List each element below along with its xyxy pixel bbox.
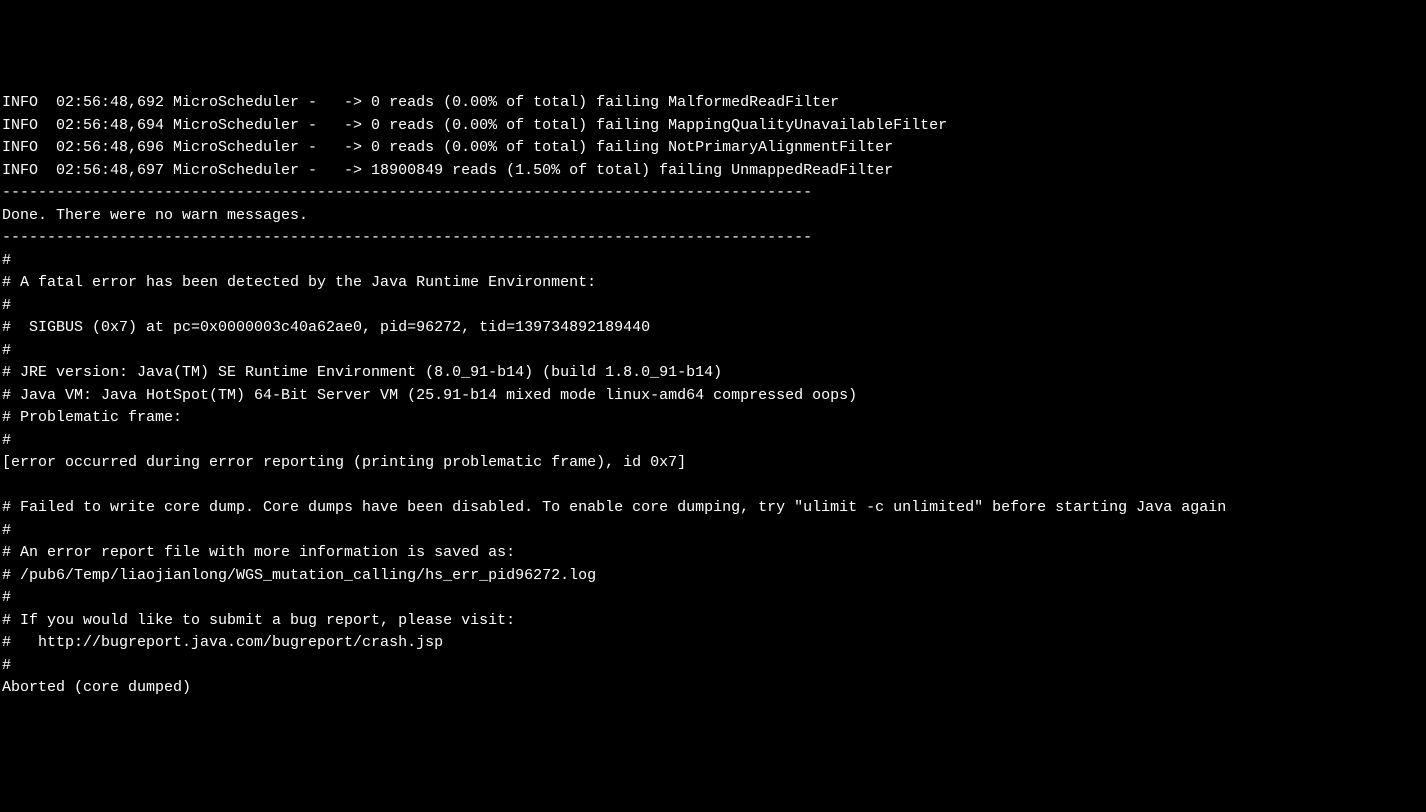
log-line: INFO 02:56:48,694 MicroScheduler - -> 0 … — [2, 117, 947, 134]
error-report-file-line: # An error report file with more informa… — [2, 544, 515, 561]
bug-report-line: # If you would like to submit a bug repo… — [2, 612, 515, 629]
sigbus-line: # SIGBUS (0x7) at pc=0x0000003c40a62ae0,… — [2, 319, 650, 336]
problematic-frame-line: # Problematic frame: — [2, 409, 182, 426]
error-reporting-line: [error occurred during error reporting (… — [2, 454, 686, 471]
java-vm-line: # Java VM: Java HotSpot(TM) 64-Bit Serve… — [2, 387, 857, 404]
error-line: # — [2, 342, 11, 359]
aborted-line: Aborted (core dumped) — [2, 679, 191, 696]
bug-report-url-line: # http://bugreport.java.com/bugreport/cr… — [2, 634, 443, 651]
done-message: Done. There were no warn messages. — [2, 207, 308, 224]
separator-line: ----------------------------------------… — [2, 184, 812, 201]
log-line: INFO 02:56:48,696 MicroScheduler - -> 0 … — [2, 139, 893, 156]
error-line: # — [2, 297, 11, 314]
log-line: INFO 02:56:48,697 MicroScheduler - -> 18… — [2, 162, 893, 179]
error-line: # — [2, 657, 11, 674]
error-line: # — [2, 589, 11, 606]
log-line: INFO 02:56:48,692 MicroScheduler - -> 0 … — [2, 94, 839, 111]
core-dump-line: # Failed to write core dump. Core dumps … — [2, 499, 1226, 516]
error-line: # — [2, 252, 11, 269]
error-line: # — [2, 432, 11, 449]
separator-line: ----------------------------------------… — [2, 229, 812, 246]
error-line: # — [2, 522, 11, 539]
jre-version-line: # JRE version: Java(TM) SE Runtime Envir… — [2, 364, 722, 381]
terminal-output: INFO 02:56:48,692 MicroScheduler - -> 0 … — [2, 92, 1424, 700]
log-path-line: # /pub6/Temp/liaojianlong/WGS_mutation_c… — [2, 567, 596, 584]
fatal-error-header: # A fatal error has been detected by the… — [2, 274, 596, 291]
